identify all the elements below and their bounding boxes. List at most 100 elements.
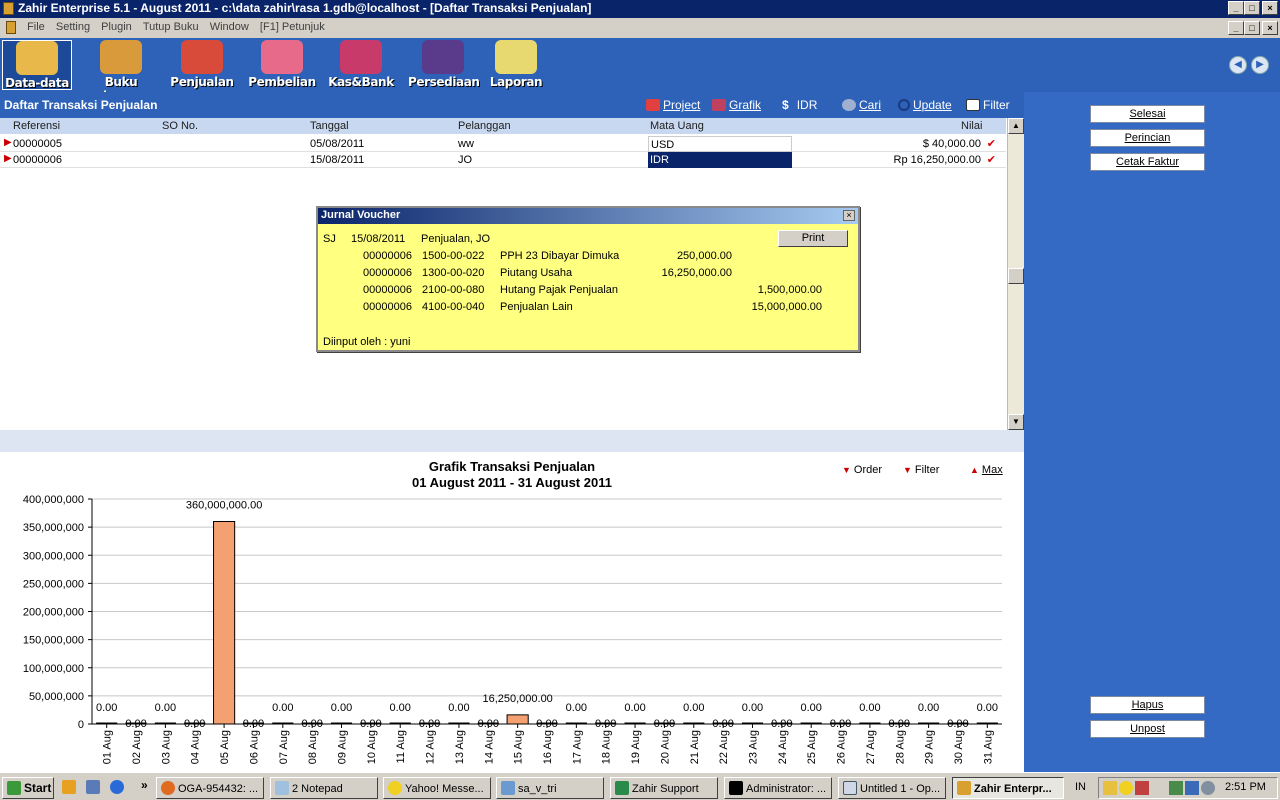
cetak-faktur-button[interactable]: Cetak Faktur (1090, 153, 1205, 171)
menu-file[interactable]: File (23, 18, 49, 36)
x-tick-label: 22 Aug (718, 730, 730, 764)
update-button[interactable]: Update (898, 98, 952, 112)
bar-value-label: 0.00 (155, 702, 176, 714)
menu-plugin[interactable]: Plugin (97, 18, 136, 36)
taskbar-item[interactable]: Administrator: ... (724, 777, 832, 799)
unpost-button[interactable]: Unpost (1090, 720, 1205, 738)
col-nilai[interactable]: Nilai (961, 120, 982, 132)
toolbar-data-data[interactable]: Data-data (2, 40, 72, 90)
filter-icon (966, 99, 980, 111)
toolbar-pembelian[interactable]: Pembelian (247, 40, 317, 90)
col-pelanggan[interactable]: Pelanggan (458, 120, 511, 132)
filter-button[interactable]: Filter (966, 98, 1010, 112)
purchase-cart-icon (261, 40, 303, 74)
menu-window[interactable]: Window (206, 18, 253, 36)
menu-setting[interactable]: Setting (52, 18, 94, 36)
selesai-button[interactable]: Selesai (1090, 105, 1205, 123)
bar-value-label: 0.00 (331, 702, 352, 714)
jurnal-voucher-popup: Jurnal Voucher × SJ 15/08/2011 Penjualan… (316, 206, 860, 352)
voucher-print-button[interactable]: Print (778, 230, 848, 247)
maximize-button[interactable]: □ (1244, 1, 1260, 15)
chart-panel: Grafik Transaksi Penjualan 01 August 201… (0, 452, 1024, 772)
toolbar-persediaan[interactable]: Persediaan (408, 40, 480, 90)
x-tick-label: 18 Aug (601, 730, 613, 764)
mail-icon[interactable] (1103, 781, 1117, 795)
list-scrollbar[interactable]: ▲ ▼ (1007, 118, 1024, 430)
messenger-tray-icon[interactable] (1119, 781, 1133, 795)
col-referensi[interactable]: Referensi (13, 120, 60, 132)
yahoo-messenger-icon (388, 781, 402, 795)
cash-bank-icon (340, 40, 382, 74)
selected-cell[interactable]: IDR (648, 152, 792, 168)
menu-help[interactable]: [F1] Petunjuk (256, 18, 329, 36)
hapus-button[interactable]: Hapus (1090, 696, 1205, 714)
taskbar-item[interactable]: Untitled 1 - Op... (838, 777, 946, 799)
bar-value-label: 0.00 (566, 702, 587, 714)
scroll-up-button[interactable]: ▲ (1008, 118, 1024, 134)
col-tanggal[interactable]: Tanggal (310, 120, 349, 132)
y-tick-label: 200,000,000 (23, 607, 84, 619)
menu-bar: File Setting Plugin Tutup Buku Window [F… (0, 18, 1280, 38)
taskbar-item-active[interactable]: Zahir Enterpr... (952, 777, 1064, 799)
show-desktop-icon[interactable] (86, 780, 100, 794)
child-close-button[interactable]: × (1262, 21, 1278, 35)
x-tick-label: 23 Aug (747, 730, 759, 764)
nav-back-button[interactable]: ◀ (1229, 56, 1247, 74)
child-minimize-button[interactable]: _ (1228, 21, 1244, 35)
table-row[interactable]: ▶ 00000005 05/08/2011 ww USD $ 40,000.00… (0, 136, 1006, 152)
panel-splitter[interactable] (0, 430, 1024, 452)
sales-truck-icon (181, 40, 223, 74)
volume-icon[interactable] (1201, 781, 1215, 795)
taskbar-item[interactable]: Yahoo! Messe... (383, 777, 491, 799)
ledger-book-icon (100, 40, 142, 74)
taskbar-item[interactable]: 2 Notepad (270, 777, 378, 799)
security-icon[interactable] (1135, 781, 1149, 795)
taskbar-item[interactable]: Zahir Support (610, 777, 718, 799)
perincian-button[interactable]: Perincian (1090, 129, 1205, 147)
nav-forward-button[interactable]: ▶ (1251, 56, 1269, 74)
taskbar-item[interactable]: sa_v_tri (496, 777, 604, 799)
report-scroll-icon (495, 40, 537, 74)
toolbar-kas-bank[interactable]: Kas&Bank (326, 40, 396, 90)
child-restore-button[interactable]: □ (1244, 21, 1260, 35)
list-header-bar: Daftar Transaksi Penjualan Project Grafi… (0, 92, 1024, 118)
x-tick-label: 05 Aug (219, 730, 231, 764)
language-indicator[interactable]: IN (1075, 781, 1086, 793)
scroll-down-button[interactable]: ▼ (1008, 414, 1024, 430)
taskbar-item[interactable]: OGA-954432: ... (156, 777, 264, 799)
bar-value-label: 0.00 (800, 702, 821, 714)
quicklaunch-more-button[interactable]: » (141, 778, 148, 792)
scroll-thumb[interactable] (1008, 268, 1024, 284)
toolbar-penjualan[interactable]: Penjualan (167, 40, 237, 90)
bar-value-label: 0.00 (448, 702, 469, 714)
cari-button[interactable]: Cari (842, 98, 881, 112)
currency-idr-button[interactable]: $ IDR (782, 98, 817, 112)
minimize-button[interactable]: _ (1228, 1, 1244, 15)
menu-tutup-buku[interactable]: Tutup Buku (139, 18, 203, 36)
col-mata-uang[interactable]: Mata Uang (650, 120, 704, 132)
grafik-button[interactable]: Grafik (712, 98, 761, 112)
mdi-app-icon[interactable] (6, 21, 16, 34)
close-button[interactable]: × (1262, 1, 1278, 15)
col-so-no[interactable]: SO No. (162, 120, 198, 132)
voucher-type: SJ (323, 233, 336, 245)
system-tray: 2:51 PM (1098, 777, 1278, 799)
start-button[interactable]: Start (2, 777, 54, 799)
notepad-icon (275, 781, 289, 795)
x-tick-label: 24 Aug (777, 730, 789, 764)
project-button[interactable]: Project (646, 98, 700, 112)
network-icon[interactable] (1185, 781, 1199, 795)
usb-icon[interactable] (1169, 781, 1183, 795)
toolbar-buku-besar[interactable]: Buku besar (86, 40, 156, 103)
toolbar-laporan[interactable]: Laporan (481, 40, 551, 90)
internet-explorer-icon[interactable] (110, 780, 124, 794)
media-player-icon[interactable] (62, 780, 76, 794)
x-tick-label: 04 Aug (190, 730, 202, 764)
window-title: Zahir Enterprise 5.1 - August 2011 - c:\… (18, 1, 592, 15)
voucher-desc: Penjualan, JO (421, 233, 491, 245)
page-title: Daftar Transaksi Penjualan (4, 98, 158, 112)
table-row[interactable]: ▶ 00000006 15/08/2011 JO IDR Rp 16,250,0… (0, 152, 1006, 168)
x-tick-label: 21 Aug (689, 730, 701, 764)
voucher-close-button[interactable]: × (843, 210, 855, 221)
bar-value-label: 360,000,000.00 (186, 500, 262, 512)
